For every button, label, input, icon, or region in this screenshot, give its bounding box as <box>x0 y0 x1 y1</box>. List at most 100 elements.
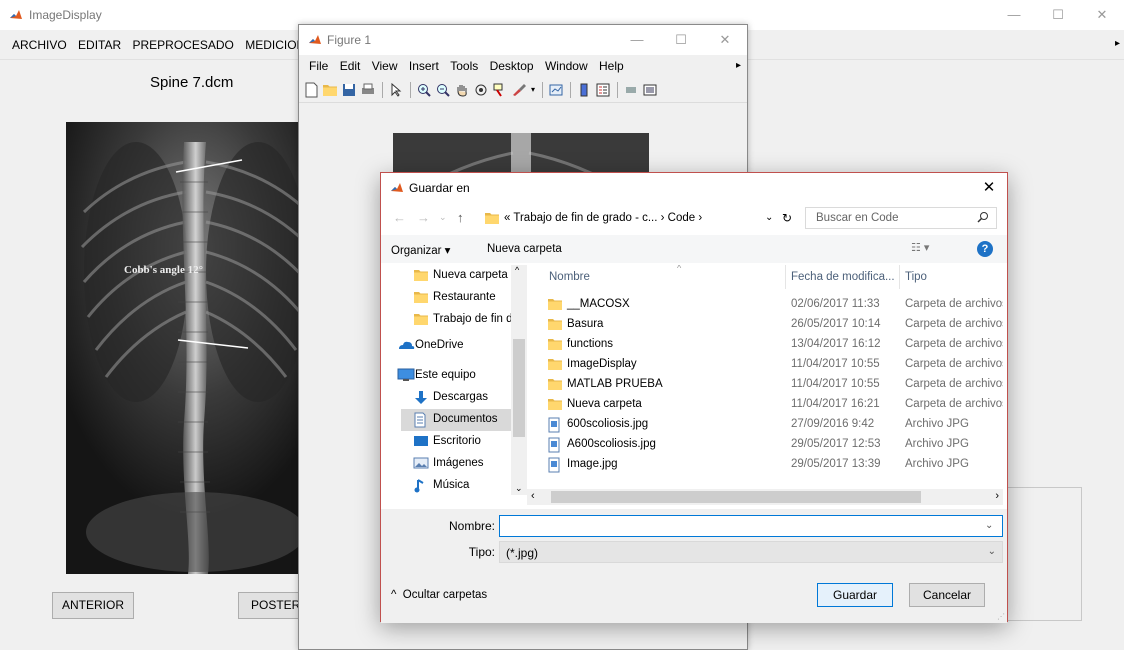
close-icon[interactable]: ✕ <box>977 176 1001 200</box>
show-plot-tools-icon[interactable] <box>641 81 659 99</box>
maximize-icon[interactable]: ☐ <box>1036 0 1080 30</box>
close-icon[interactable]: ✕ <box>1080 0 1124 30</box>
nav-item-documentos[interactable]: Documentos <box>401 409 527 431</box>
minimize-icon[interactable]: — <box>615 25 659 55</box>
column-header-name[interactable]: Nombre <box>549 271 590 283</box>
open-icon[interactable] <box>321 81 339 99</box>
forward-arrow-icon[interactable]: → <box>417 210 430 225</box>
file-row[interactable]: A600scoliosis.jpg 29/05/2017 12:53 Archi… <box>527 435 1003 455</box>
horizontal-scrollbar[interactable]: ‹ › <box>527 489 1003 505</box>
file-type: Archivo JPG <box>905 458 969 470</box>
save-icon[interactable] <box>340 81 358 99</box>
column-divider[interactable] <box>785 265 786 289</box>
file-row[interactable]: ImageDisplay 11/04/2017 10:55 Carpeta de… <box>527 355 1003 375</box>
column-header-type[interactable]: Tipo <box>905 271 927 283</box>
nav-item-musica[interactable]: Música <box>401 475 527 497</box>
nav-item-restaurante[interactable]: Restaurante <box>401 287 527 309</box>
new-figure-icon[interactable] <box>302 81 320 99</box>
legend-icon[interactable] <box>594 81 612 99</box>
file-row[interactable]: MATLAB PRUEBA 11/04/2017 10:55 Carpeta d… <box>527 375 1003 395</box>
menu-overflow-icon[interactable]: ▸ <box>736 60 741 71</box>
file-row[interactable]: Basura 26/05/2017 10:14 Carpeta de archi… <box>527 315 1003 335</box>
menu-view[interactable]: View <box>368 59 402 73</box>
dropdown-arrow-icon[interactable]: ▾ <box>529 81 537 99</box>
nav-item-escritorio[interactable]: Escritorio <box>401 431 527 453</box>
navigation-pane: Nueva carpeta Restaurante Trabajo de fin… <box>381 265 527 497</box>
jpg-file-icon <box>547 437 561 453</box>
maximize-icon[interactable]: ☐ <box>659 25 703 55</box>
file-row[interactable]: 600scoliosis.jpg 27/09/2016 9:42 Archivo… <box>527 415 1003 435</box>
search-input[interactable]: Buscar en Code <box>805 207 997 229</box>
resize-grip-icon[interactable]: ⋰ <box>997 612 1005 621</box>
nav-item-descargas[interactable]: Descargas <box>401 387 527 409</box>
filename-dropdown-icon[interactable]: ⌄ <box>985 520 993 531</box>
rotate-3d-icon[interactable] <box>472 81 490 99</box>
nav-item-onedrive[interactable]: OneDrive <box>385 335 527 357</box>
file-date: 29/05/2017 12:53 <box>791 438 881 450</box>
menu-tools[interactable]: Tools <box>446 59 482 73</box>
path-dropdown-icon[interactable]: ⌄ <box>765 212 773 223</box>
colorbar-icon[interactable] <box>575 81 593 99</box>
scroll-up-icon[interactable]: ^ <box>515 265 519 275</box>
nav-item-label: Trabajo de fin de <box>433 313 519 325</box>
file-row[interactable]: Nueva carpeta 11/04/2017 16:21 Carpeta d… <box>527 395 1003 415</box>
anterior-button[interactable]: ANTERIOR <box>52 592 134 619</box>
scroll-left-icon[interactable]: ‹ <box>531 490 535 502</box>
data-cursor-icon[interactable] <box>491 81 509 99</box>
nav-item-nueva-carpeta[interactable]: Nueva carpeta <box>401 265 527 287</box>
address-bar: ← → ⌄ ↑ « Trabajo de fin de grado - c...… <box>381 204 1007 232</box>
menu-insert[interactable]: Insert <box>405 59 443 73</box>
nav-scroll-thumb[interactable] <box>513 339 525 437</box>
zoom-out-icon[interactable] <box>434 81 452 99</box>
scroll-right-icon[interactable]: › <box>995 490 999 502</box>
back-arrow-icon[interactable]: ← <box>393 210 406 225</box>
nav-item-este-equipo[interactable]: Este equipo <box>385 365 527 387</box>
file-row[interactable]: Image.jpg 29/05/2017 13:39 Archivo JPG <box>527 455 1003 475</box>
save-button[interactable]: Guardar <box>817 583 893 607</box>
file-row[interactable]: __MACOSX 02/06/2017 11:33 Carpeta de arc… <box>527 295 1003 315</box>
refresh-icon[interactable]: ↻ <box>782 211 792 225</box>
file-row[interactable]: functions 13/04/2017 16:12 Carpeta de ar… <box>527 335 1003 355</box>
scroll-down-icon[interactable]: ⌄ <box>515 483 523 494</box>
pointer-icon[interactable] <box>387 81 405 99</box>
pan-icon[interactable] <box>453 81 471 99</box>
path-breadcrumb[interactable]: « Trabajo de fin de grado - c... › Code … <box>481 207 811 229</box>
menu-edit[interactable]: Edit <box>336 59 365 73</box>
menu-file[interactable]: File <box>305 59 332 73</box>
organize-menu[interactable]: Organizar ▾ <box>391 243 450 257</box>
nav-item-imagenes[interactable]: Imágenes <box>401 453 527 475</box>
filetype-select[interactable]: (*.jpg) ⌄ <box>499 541 1003 563</box>
filename-input[interactable] <box>499 515 1003 537</box>
minimize-icon[interactable]: — <box>992 0 1036 30</box>
nav-item-label: Escritorio <box>433 435 481 447</box>
close-icon[interactable]: ✕ <box>703 25 747 55</box>
menu-help[interactable]: Help <box>595 59 628 73</box>
downloads-icon <box>415 391 427 404</box>
link-plot-icon[interactable] <box>547 81 565 99</box>
nav-item-trabajo[interactable]: Trabajo de fin de <box>401 309 527 331</box>
help-icon[interactable]: ? <box>977 241 993 257</box>
cancel-button[interactable]: Cancelar <box>909 583 985 607</box>
nav-scrollbar[interactable]: ^ ⌄ <box>511 265 527 495</box>
column-header-date[interactable]: Fecha de modifica... <box>791 271 895 283</box>
menu-editar[interactable]: EDITAR <box>74 38 125 52</box>
hide-plot-tools-icon[interactable] <box>622 81 640 99</box>
menu-desktop[interactable]: Desktop <box>486 59 538 73</box>
recent-dropdown-icon[interactable]: ⌄ <box>439 212 447 223</box>
zoom-in-icon[interactable] <box>415 81 433 99</box>
menu-archivo[interactable]: ARCHIVO <box>8 38 71 52</box>
menu-preprocesado[interactable]: PREPROCESADO <box>129 38 238 52</box>
menu-overflow-icon[interactable]: ▸ <box>1115 38 1120 49</box>
figure-window-title: Figure 1 <box>327 33 372 47</box>
menu-window[interactable]: Window <box>541 59 592 73</box>
view-options-icon[interactable]: ☷ ▾ <box>911 241 929 254</box>
column-divider[interactable] <box>899 265 900 289</box>
horizontal-scroll-thumb[interactable] <box>551 491 921 503</box>
print-icon[interactable] <box>359 81 377 99</box>
brush-icon[interactable] <box>510 81 528 99</box>
up-arrow-icon[interactable]: ↑ <box>457 210 464 225</box>
new-folder-button[interactable]: Nueva carpeta <box>487 243 562 255</box>
folder-icon <box>547 337 563 351</box>
file-date: 27/09/2016 9:42 <box>791 418 875 430</box>
hide-folders-toggle[interactable]: ^ Ocultar carpetas <box>391 589 487 601</box>
